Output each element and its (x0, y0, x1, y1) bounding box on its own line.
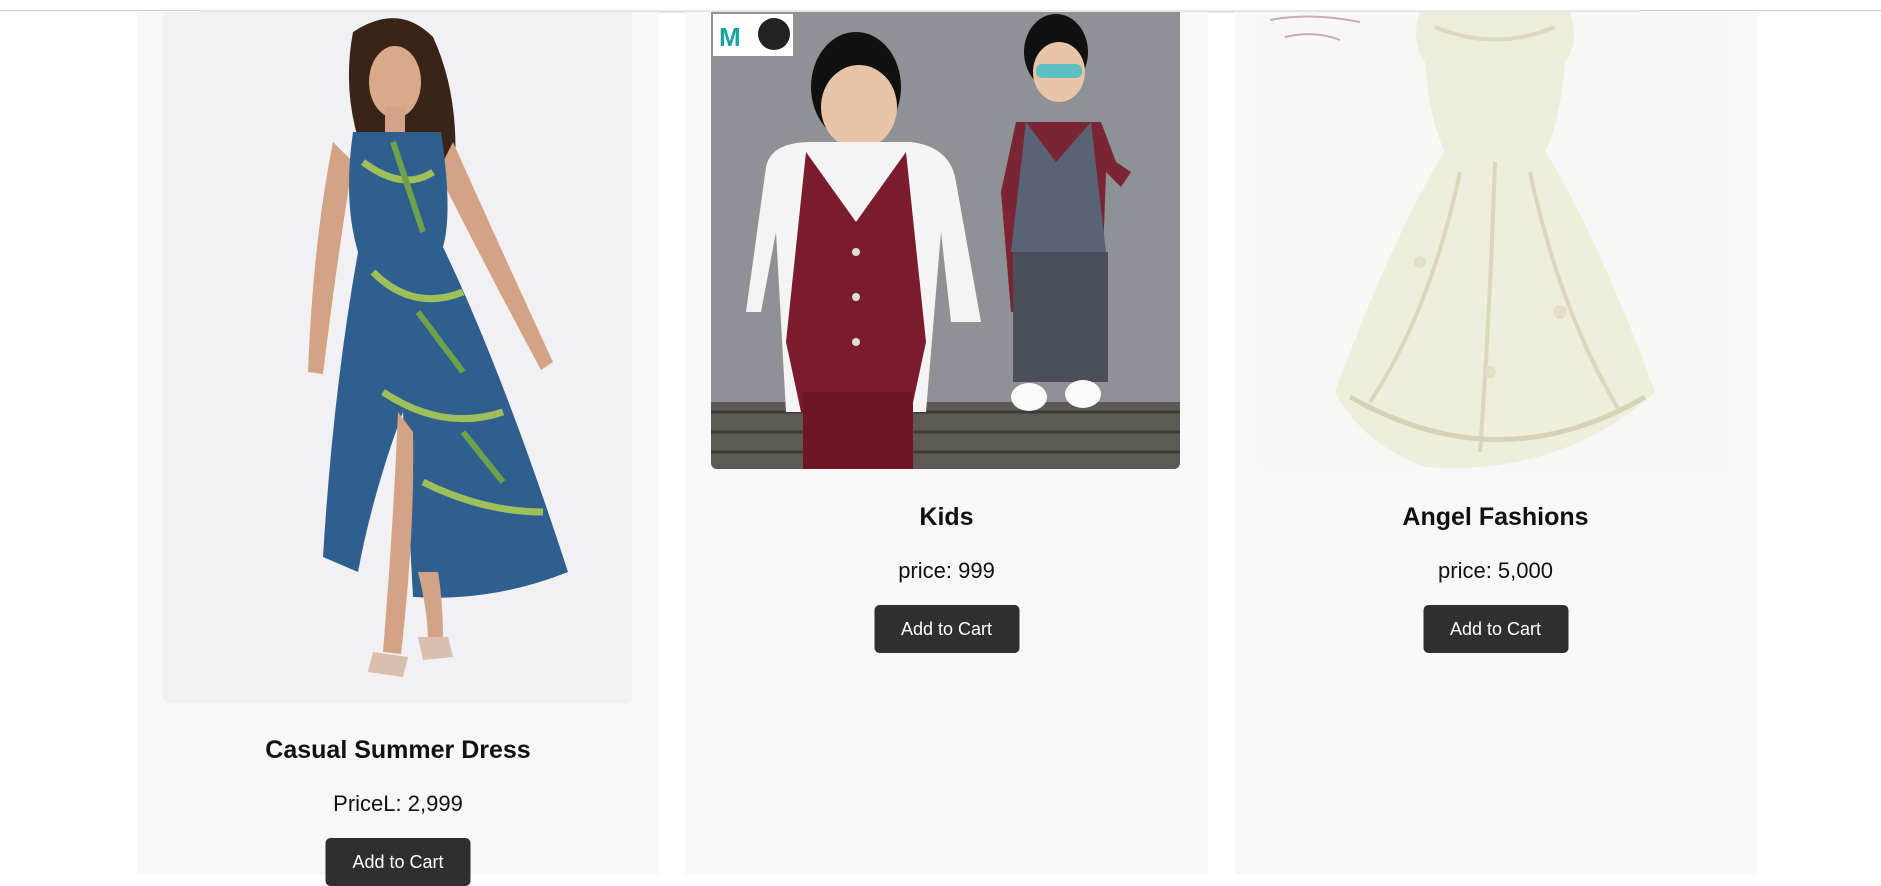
product-card: M Kids price: 999 Add to Cart (685, 12, 1208, 875)
kids-formal-wear-photo: M (711, 12, 1180, 469)
top-divider (0, 10, 1881, 13)
add-to-cart-button[interactable]: Add to Cart (1423, 605, 1568, 653)
cream-lace-gown-photo (1260, 12, 1729, 469)
product-price: price: 999 (898, 558, 995, 583)
product-image[interactable]: M (711, 12, 1180, 469)
product-image[interactable] (1260, 12, 1729, 469)
svg-text:M: M (719, 22, 741, 52)
product-title: Casual Summer Dress (265, 736, 531, 764)
product-card: Angel Fashions price: 5,000 Add to Cart (1234, 12, 1757, 875)
add-to-cart-button[interactable]: Add to Cart (325, 838, 471, 886)
add-to-cart-button[interactable]: Add to Cart (874, 605, 1019, 653)
product-card: Casual Summer Dress PriceL: 2,999 Add to… (137, 12, 659, 886)
product-title: Kids (919, 503, 974, 531)
product-price: PriceL: 2,999 (333, 791, 463, 816)
woman-summer-dress-photo (163, 12, 632, 703)
product-title: Angel Fashions (1402, 503, 1589, 531)
product-image[interactable] (163, 12, 632, 703)
product-price: price: 5,000 (1438, 558, 1553, 583)
